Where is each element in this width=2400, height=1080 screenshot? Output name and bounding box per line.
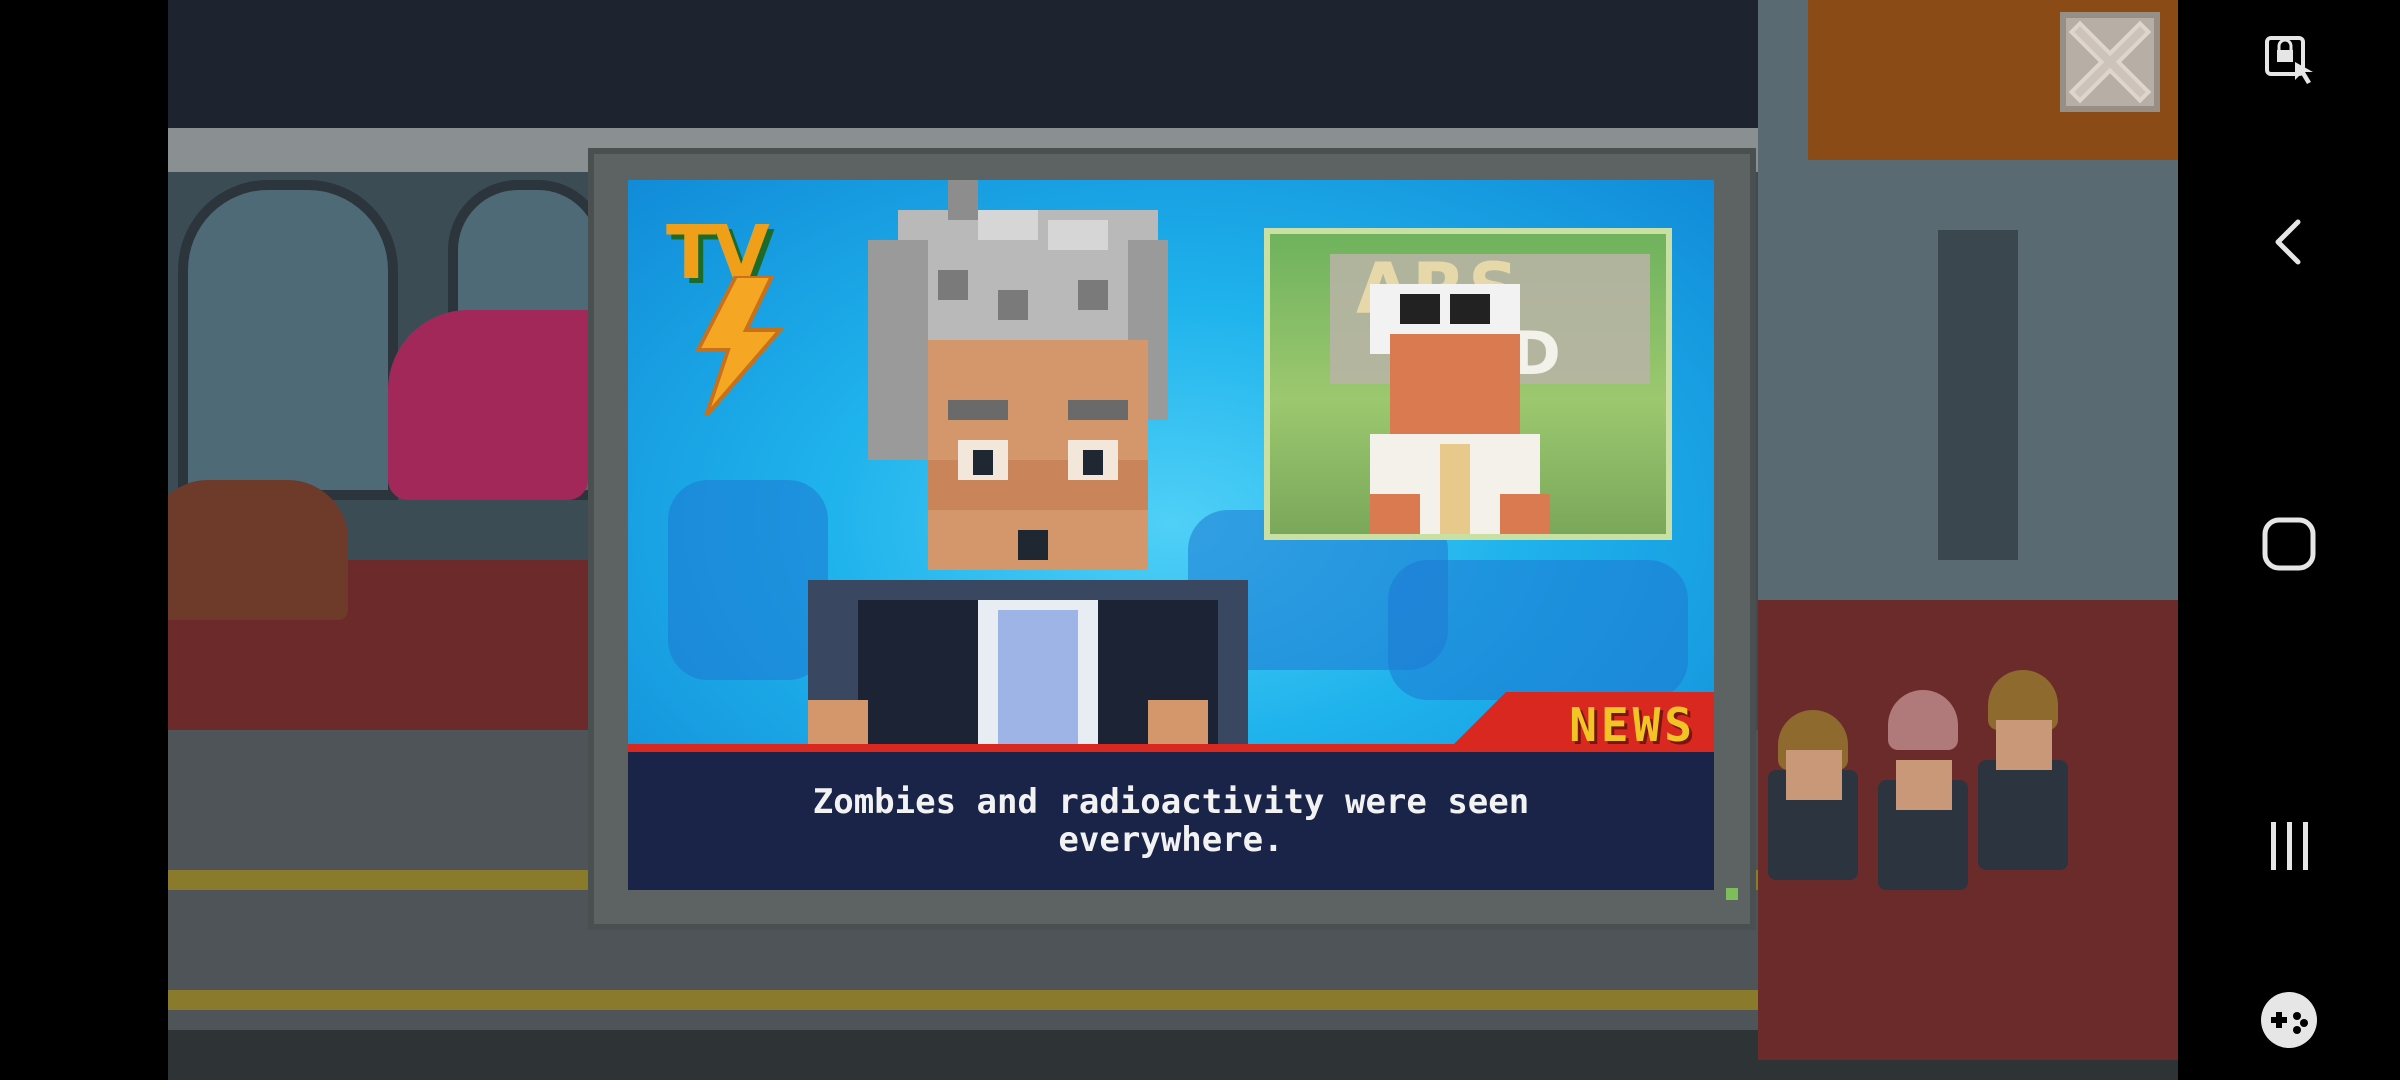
scientist-with-goggles-figure [1370, 284, 1550, 534]
character-helmet [1888, 690, 1958, 750]
building-window [1938, 230, 2018, 560]
character-face [1996, 720, 2052, 770]
recents-icon [2271, 822, 2308, 870]
lifted-car-pink [388, 310, 588, 500]
news-banner-label: NEWS [1569, 698, 1696, 752]
back-icon [2275, 219, 2301, 265]
character-body [1978, 760, 2068, 870]
touch-lock-button[interactable] [2178, 0, 2400, 120]
parked-car-orange [168, 480, 348, 620]
home-button[interactable] [2178, 484, 2400, 604]
crowd-of-characters [1748, 650, 2078, 950]
news-inset-image: ARS ED [1264, 228, 1672, 540]
world-map-shape [1388, 560, 1688, 700]
scientist-portrait [808, 180, 1248, 752]
home-icon [2262, 517, 2316, 571]
close-icon [2068, 20, 2152, 104]
news-caption-text: Zombies and radioactivity were seen ever… [812, 782, 1530, 860]
screen-touch-lock-icon [2265, 36, 2313, 84]
news-banner: NEWS [1446, 692, 1714, 752]
news-anchor-scientist [778, 180, 1258, 752]
back-button[interactable] [2178, 182, 2400, 302]
game-tools-icon [2261, 992, 2317, 1048]
game-tools-button[interactable] [2178, 960, 2400, 1080]
news-caption-box: Zombies and radioactivity were seen ever… [628, 752, 1714, 890]
tv-power-led [1726, 888, 1738, 900]
tv-news-panel: TV NEWS Zombies and radioactivity were s… [588, 148, 1756, 930]
tv-screen: TV NEWS [628, 180, 1714, 752]
character-face [1896, 760, 1952, 810]
arched-window [178, 180, 398, 500]
close-button[interactable] [2060, 12, 2160, 112]
system-navigation-bar [2178, 0, 2400, 1080]
recents-button[interactable] [2178, 786, 2400, 906]
character-face [1786, 750, 1842, 800]
